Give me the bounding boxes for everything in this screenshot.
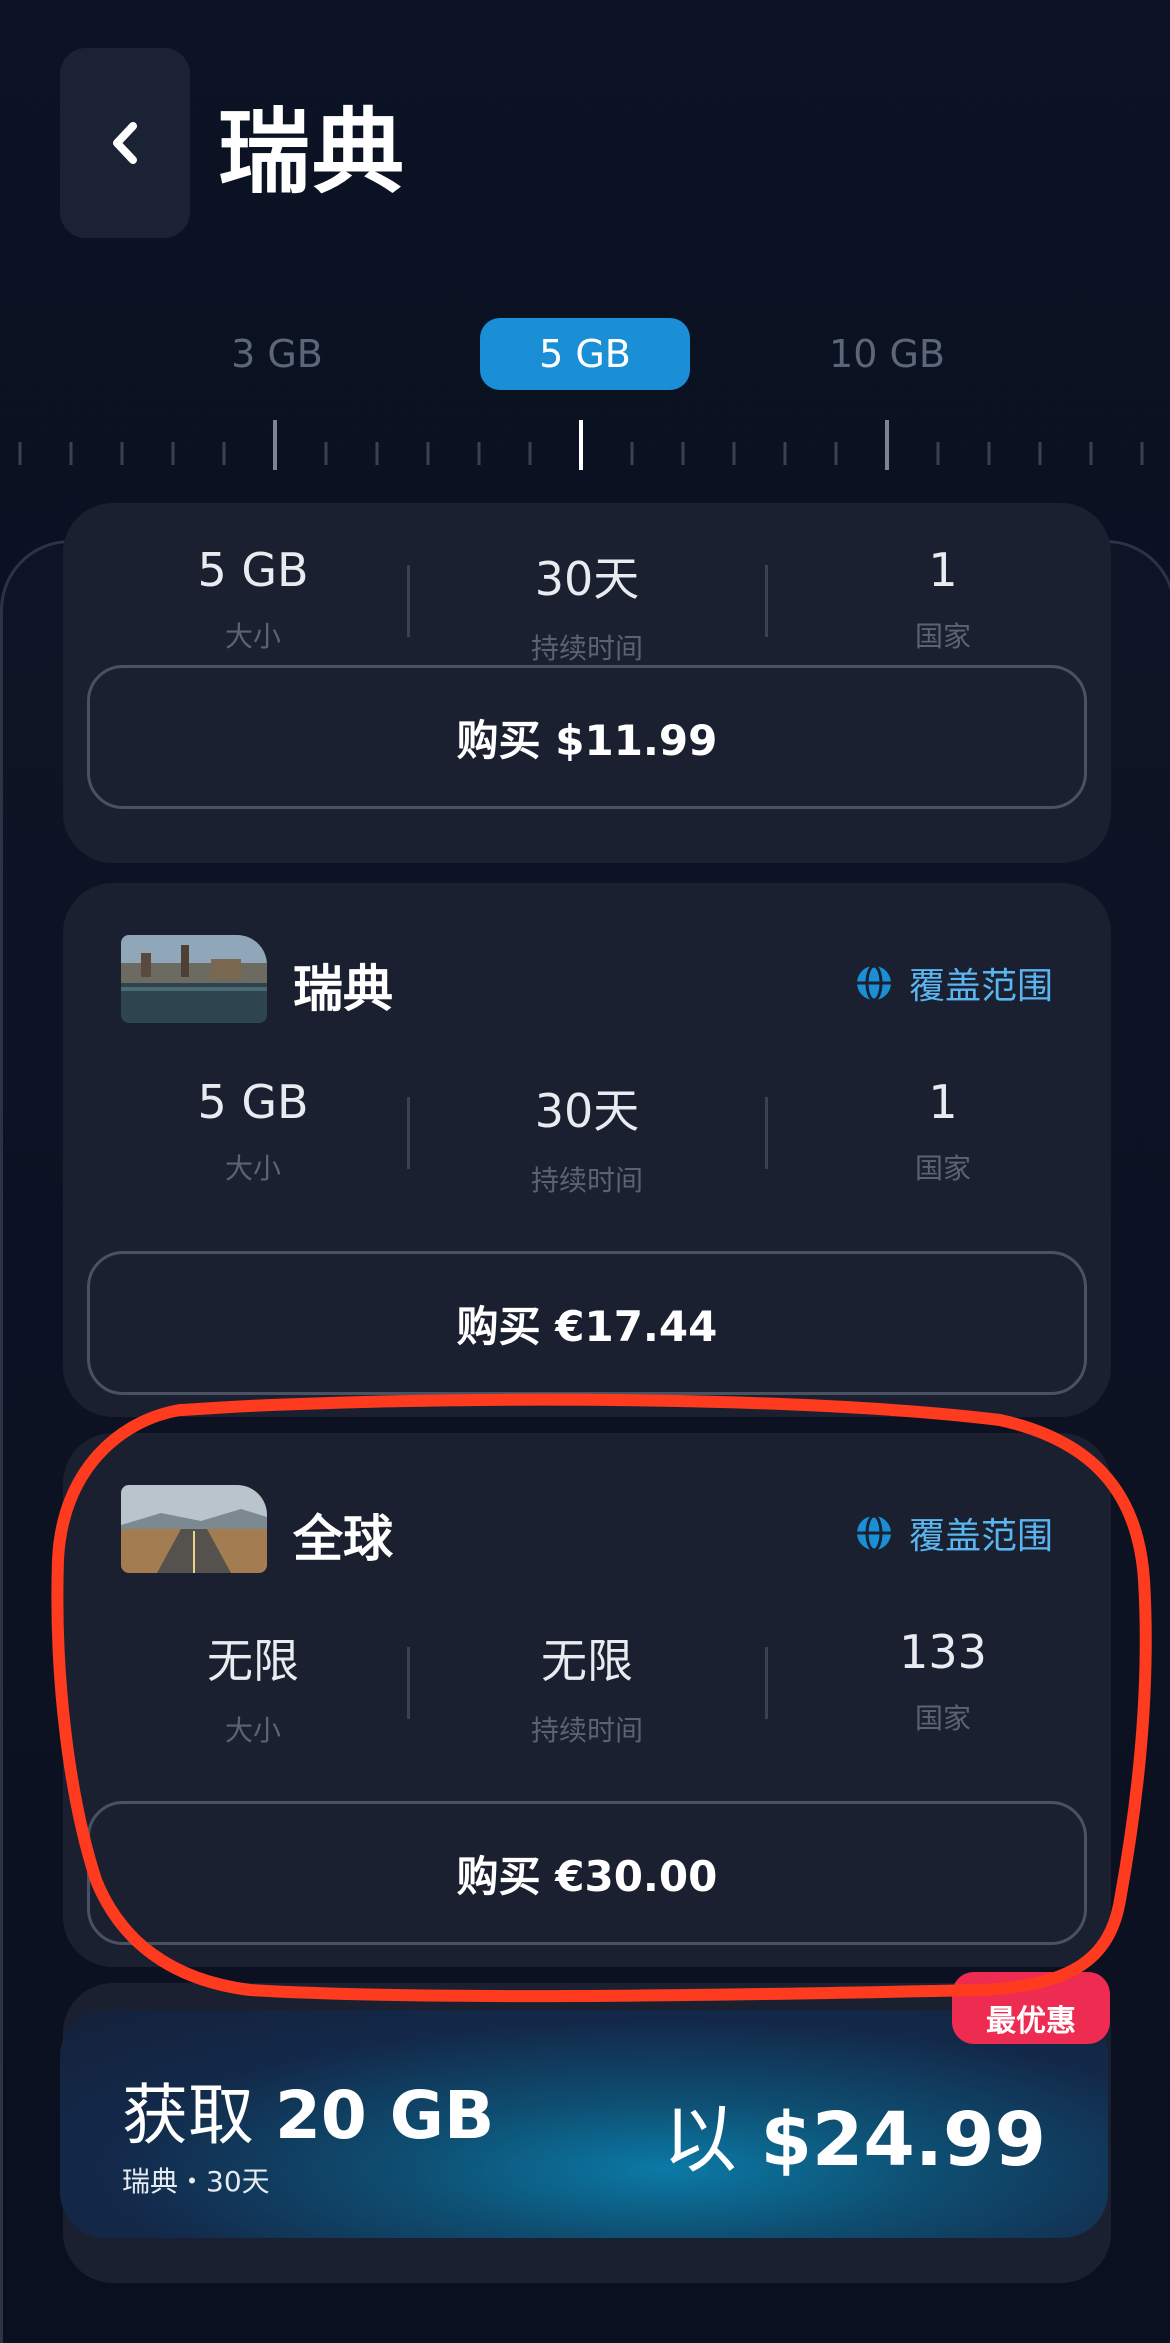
coverage-link[interactable]: 覆盖范围 [855,1507,1053,1559]
stat-duration-value: 无限 [541,1634,633,1688]
stat-countries-value: 1 [928,543,958,597]
plan-tab-3gb[interactable]: 3 GB [172,318,382,390]
plan-card-top: 5 GB 大小 30天 持续时间 1 国家 购买 $11.99 [63,503,1111,863]
coverage-link[interactable]: 覆盖范围 [855,957,1053,1009]
divider [407,1097,410,1169]
chevron-left-icon [113,122,137,164]
promo-banner[interactable]: 获取 20 GB 瑞典・30天 以 $24.99 [60,2010,1108,2238]
divider [765,1647,768,1719]
promo-subtitle: 瑞典・30天 [122,2165,270,2198]
stat-size-label: 大小 [224,620,281,653]
stat-duration-label: 持续时间 [530,1714,643,1747]
buy-button-sweden[interactable]: 购买 €17.44 [87,1251,1087,1395]
stat-duration-label: 持续时间 [530,632,643,665]
stat-countries: 1 国家 [793,1075,1093,1187]
page-title: 瑞典 [218,99,407,206]
globe-icon [856,1514,891,1552]
coverage-label: 覆盖范围 [908,1516,1053,1557]
stat-size-value: 5 GB [197,1075,309,1129]
globe-icon [856,964,891,1002]
stat-size: 5 GB 大小 [103,1075,403,1187]
stat-countries-label: 国家 [914,1152,971,1185]
stat-duration-label: 持续时间 [530,1164,643,1197]
plan-tab-10gb[interactable]: 10 GB [782,318,992,390]
stat-size-value: 无限 [207,1634,299,1688]
stat-size: 5 GB 大小 [103,543,403,655]
stat-size-label: 大小 [224,1714,281,1747]
stat-duration-value: 30天 [534,1084,640,1138]
promo-headline: 获取 20 GB [122,2062,494,2158]
promo-prefix: 获取 [122,2077,254,2154]
buy-button-global[interactable]: 购买 €30.00 [87,1801,1087,1945]
best-deal-badge: 最优惠 [952,1972,1110,2044]
stat-countries: 1 国家 [793,543,1093,655]
plan-tab-5gb[interactable]: 5 GB [480,318,690,390]
buy-button-top[interactable]: 购买 $11.99 [87,665,1087,809]
stat-size-value: 5 GB [197,543,309,597]
divider [407,565,410,637]
stat-duration-value: 30天 [534,552,640,606]
sweden-image [121,935,267,1023]
stat-duration: 30天 持续时间 [437,543,737,667]
stat-countries-label: 国家 [914,1702,971,1735]
divider [765,1097,768,1169]
back-button[interactable] [60,48,190,238]
stat-duration: 30天 持续时间 [437,1075,737,1199]
coverage-label: 覆盖范围 [908,966,1053,1007]
stat-duration: 无限 持续时间 [437,1625,737,1749]
divider [407,1647,410,1719]
card-title: 瑞典 [293,960,393,1018]
plan-slider-ruler[interactable] [0,415,1170,475]
promo-price: 以 $24.99 [663,2080,1046,2187]
global-image [121,1485,267,1573]
promo-price-prefix: 以 [662,2097,737,2183]
divider [765,565,768,637]
promo-price-value: $24.99 [760,2097,1046,2183]
stat-size-label: 大小 [224,1152,281,1185]
stat-countries: 133 国家 [793,1625,1093,1737]
stat-countries-value: 1 [928,1075,958,1129]
plan-card-global: 全球 覆盖范围 无限 大小 无限 持续时间 133 国家 购买 €30.00 [63,1433,1111,1967]
stat-size: 无限 大小 [103,1625,403,1749]
stat-countries-label: 国家 [914,620,971,653]
promo-amount: 20 GB [274,2077,495,2154]
stat-countries-value: 133 [899,1625,987,1679]
plan-card-sweden: 瑞典 覆盖范围 5 GB 大小 30天 持续时间 1 国家 购买 €17.44 [63,883,1111,1417]
card-title: 全球 [293,1510,393,1568]
